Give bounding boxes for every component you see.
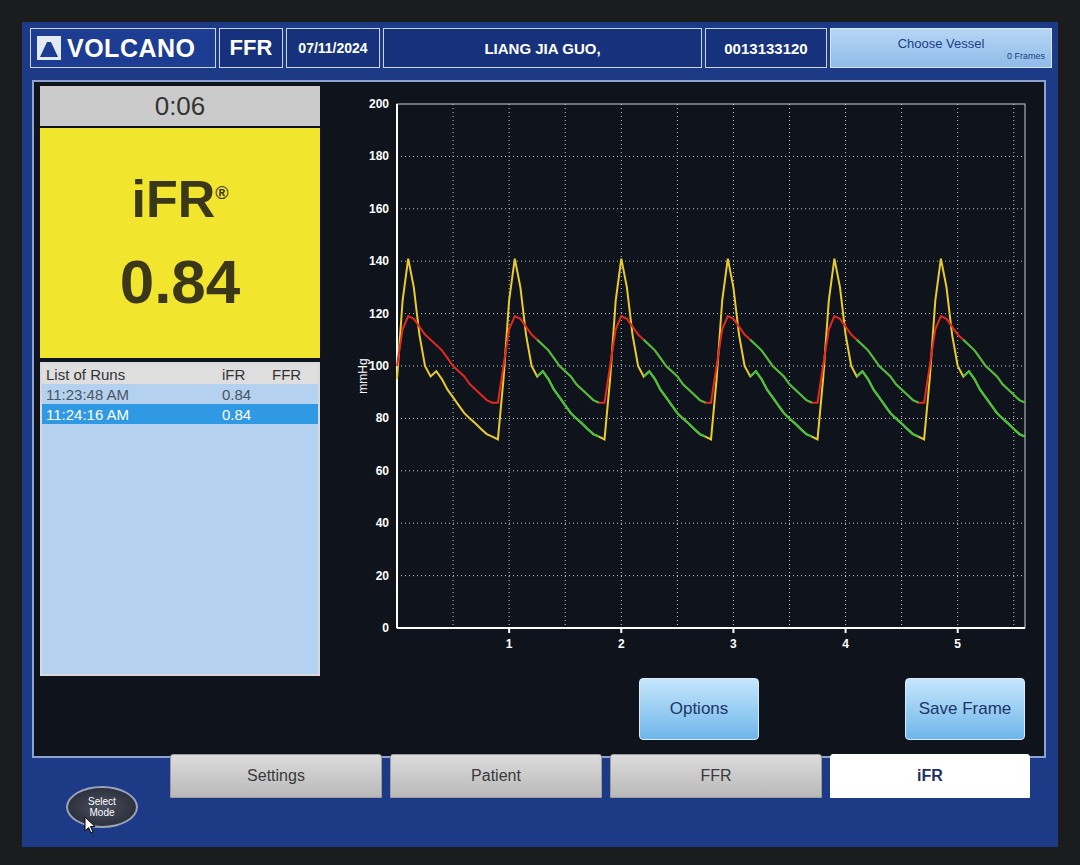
y-tick: 180 <box>369 149 389 163</box>
result-value: 0.84 <box>120 251 241 313</box>
grid-line <box>397 470 1025 471</box>
x-tick: 3 <box>730 637 737 651</box>
pressure-chart: 0 20 40 60 80 100 120 140 160 180 200 1 2 3 4 5 mmHg <box>337 86 1027 661</box>
x-tick: 1 <box>506 637 513 651</box>
wave-free-line <box>963 340 1025 403</box>
volcano-logo: VOLCANO <box>30 28 216 68</box>
x-tick: 5 <box>954 637 961 651</box>
wave-free-line <box>750 371 812 437</box>
y-tick: 100 <box>369 359 389 373</box>
select-mode-button[interactable]: Select Mode <box>66 786 138 828</box>
mouse-cursor-icon <box>84 816 96 834</box>
tab[interactable]: Patient <box>390 754 602 798</box>
y-tick: 80 <box>376 411 390 425</box>
action-button[interactable]: Save Frame <box>905 678 1025 740</box>
result-label: iFR® <box>131 173 228 225</box>
y-axis-label: mmHg <box>356 358 370 393</box>
y-tick: 20 <box>376 569 390 583</box>
pressure-line <box>397 259 1025 440</box>
wave-free-line <box>644 340 706 403</box>
wave-free-line <box>963 371 1025 437</box>
y-tick: 200 <box>369 97 389 111</box>
x-axis <box>397 627 1025 629</box>
logo-text: VOLCANO <box>67 34 196 63</box>
frames-count: 0 Frames <box>1007 51 1045 61</box>
y-tick: 40 <box>376 516 390 530</box>
x-tick: 4 <box>842 637 849 651</box>
grid-line <box>397 261 1025 262</box>
grid-line <box>397 418 1025 419</box>
tab[interactable]: Settings <box>170 754 382 798</box>
run-row[interactable]: 11:24:16 AM0.84 <box>42 404 318 424</box>
run-row[interactable]: 11:23:48 AM0.84 <box>42 384 318 404</box>
header-bar: VOLCANO FFR07/11/2024LIANG JIA GUO,001313… <box>30 28 1052 68</box>
x-tick-mark <box>732 628 734 633</box>
monitor-bezel: VOLCANOFFR07/11/2024LIANG JIA GUO,001313… <box>0 0 1080 865</box>
result-box: iFR® 0.84 <box>40 126 320 358</box>
y-tick: 60 <box>376 464 390 478</box>
main-panel: 0:06 iFR® 0.84 List of RunsiFRFFR11:23:48 A… <box>32 80 1046 758</box>
bottom-bar: Select ModeSettingsPatientFFRiFR <box>30 758 1052 847</box>
result-column: 0:06 iFR® 0.84 List of RunsiFRFFR11:23:48 A… <box>40 86 320 676</box>
choose-vessel-button[interactable]: Choose Vessel 0 Frames <box>830 28 1052 68</box>
action-button[interactable]: Options <box>639 678 759 740</box>
wave-free-line <box>537 371 599 437</box>
grid-line <box>397 523 1025 524</box>
y-tick: 120 <box>369 307 389 321</box>
pressure-line <box>397 316 1025 403</box>
x-tick: 2 <box>618 637 625 651</box>
tab-bar: SettingsPatientFFRiFR <box>170 754 1030 798</box>
wave-free-line <box>644 371 706 437</box>
volcano-icon <box>37 36 61 60</box>
action-buttons: Options Save Frame <box>40 676 1038 756</box>
timer: 0:06 <box>40 86 320 126</box>
y-tick: 0 <box>382 621 389 635</box>
x-tick-mark <box>957 628 959 633</box>
wave-free-line <box>857 340 919 403</box>
tab[interactable]: FFR <box>610 754 822 798</box>
y-tick: 140 <box>369 254 389 268</box>
grid-line <box>397 575 1025 576</box>
patient-id-field[interactable]: 0013133120 <box>705 28 827 68</box>
wave-free-line <box>537 340 599 403</box>
tab[interactable]: iFR <box>830 754 1030 798</box>
wave-free-line <box>750 340 812 403</box>
runs-list: List of RunsiFRFFR11:23:48 AM0.8411:24:1… <box>40 362 320 676</box>
y-tick: 160 <box>369 202 389 216</box>
patient-name-field[interactable]: LIANG JIA GUO, <box>383 28 702 68</box>
vessel-label: Choose Vessel <box>898 36 985 51</box>
grid-line <box>397 156 1025 157</box>
plot-frame <box>397 104 1025 628</box>
x-tick-mark <box>508 628 510 633</box>
screen: VOLCANOFFR07/11/2024LIANG JIA GUO,001313… <box>22 22 1058 847</box>
date-field: 07/11/2024 <box>286 28 380 68</box>
x-tick-mark <box>620 628 622 633</box>
wave-free-line <box>857 371 919 437</box>
x-tick-mark <box>845 628 847 633</box>
grid-line <box>397 208 1025 209</box>
grid-line <box>397 313 1025 314</box>
runs-header: List of RunsiFRFFR <box>42 364 318 384</box>
mode-badge: FFR <box>219 28 283 68</box>
